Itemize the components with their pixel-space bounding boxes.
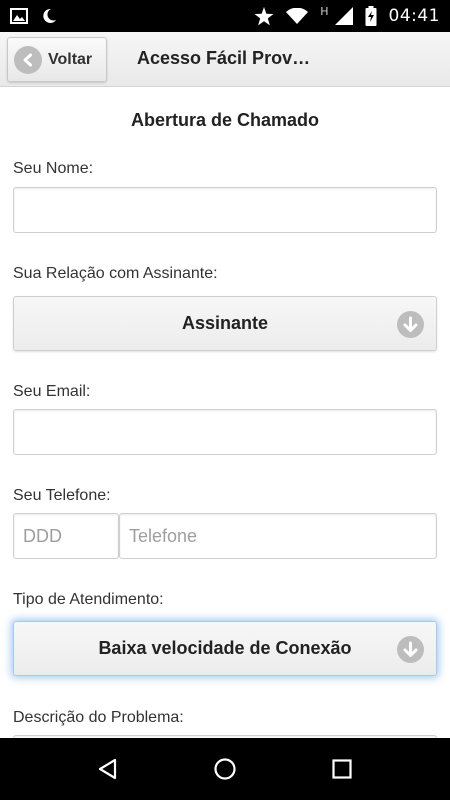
back-button-label: Voltar	[48, 50, 93, 68]
back-button[interactable]: Voltar	[7, 37, 107, 82]
chevron-left-icon	[14, 45, 42, 74]
email-label: Seu Email:	[13, 383, 91, 400]
battery-icon	[365, 6, 377, 26]
app-header: Voltar Acesso Fácil Prov…	[0, 32, 450, 87]
signal-icon	[334, 7, 353, 25]
wifi-icon	[286, 8, 309, 24]
page-title: Acesso Fácil Prov…	[137, 48, 311, 68]
recents-square-icon[interactable]	[317, 744, 367, 794]
navigation-bar	[0, 738, 450, 800]
moon-icon	[40, 7, 58, 25]
star-icon	[254, 6, 274, 26]
relation-label: Sua Relação com Assinante:	[13, 265, 218, 282]
email-input[interactable]	[13, 409, 437, 455]
form-title: Abertura de Chamado	[130, 110, 320, 130]
phone-label: Seu Telefone:	[13, 487, 111, 504]
description-label: Descrição do Problema:	[13, 709, 184, 726]
ddd-input[interactable]	[13, 513, 119, 559]
name-label: Seu Nome:	[13, 160, 94, 177]
name-input[interactable]	[13, 187, 437, 233]
arrow-down-icon	[397, 311, 424, 338]
service-type-select-value: Baixa velocidade de Conexão	[98, 638, 352, 658]
service-type-label: Tipo de Atendimento:	[13, 591, 164, 608]
arrow-down-icon	[397, 636, 424, 663]
status-bar: H 04:41	[0, 0, 450, 32]
back-triangle-icon[interactable]	[83, 744, 133, 794]
service-type-select[interactable]: Baixa velocidade de Conexão	[13, 621, 437, 676]
status-time: 04:41	[388, 6, 440, 26]
image-icon	[10, 8, 28, 24]
form-content: Abertura de Chamado Seu Nome: Sua Relaçã…	[0, 88, 450, 738]
phone-input[interactable]	[119, 513, 437, 559]
relation-select-value: Assinante	[181, 313, 269, 333]
relation-select[interactable]: Assinante	[13, 296, 437, 351]
network-type-icon: H	[320, 4, 329, 18]
home-circle-icon[interactable]	[200, 744, 250, 794]
